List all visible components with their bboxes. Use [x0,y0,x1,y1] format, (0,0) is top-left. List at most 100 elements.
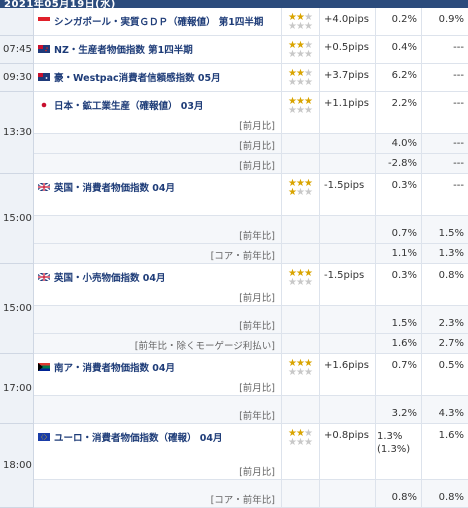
pips-cell: +4.0pips [320,8,376,35]
indicator-row[interactable]: シンガポール・実質ＧＤＰ（確報値） 第1四半期 ★★★ ★★★ +4.0pips 0.2… [0,8,468,36]
indicator-subrow[interactable]: [前年比・除くモーゲージ利払い] 1.6% 2.7% [0,334,468,354]
indicator-row[interactable]: ユーロ・消費者物価指数（確報） 04月 [前月比] ★★★ ★★★ +0.8pips 1.… [0,424,468,480]
importance-stars: ★★★ ★★★ [288,13,313,32]
star-icon: ★ [303,105,313,116]
indicator-subrow[interactable]: [前月比] -2.8% --- [0,154,468,174]
pips-cell [320,396,376,423]
event-title[interactable]: 南ア・消費者物価指数 04月 [54,360,175,374]
forecast-cell: 1.3% [422,244,468,263]
indicator-subrow[interactable]: [前年比] 0.7% 1.5% [0,216,468,244]
event-title[interactable]: 英国・消費者物価指数 04月 [54,180,175,194]
event-cell: 英国・消費者物価指数 04月 [34,174,282,215]
importance-cell: ★★★ ★★★ [282,92,320,133]
star-icon: ★ [303,49,313,60]
forecast-value: 1.5% [438,228,464,239]
event-name[interactable]: 豪・Westpac消費者信頼感指数 05月 [38,70,279,84]
event-name[interactable]: 英国・消費者物価指数 04月 [37,180,279,194]
forecast-cell: 0.5% [422,354,468,395]
forecast-cell: --- [422,134,468,153]
previous-cell: 1.5% [376,306,422,333]
forecast-value: 0.8% [438,270,464,281]
previous-value: 0.4% [391,42,417,53]
event-cell: ユーロ・消費者物価指数（確報） 04月 [前月比] [34,424,282,479]
indicator-subrow[interactable]: [コア・前年比] 0.8% 0.8% [0,480,468,508]
previous-cell: 0.3% [376,264,422,305]
event-name[interactable]: 日本・鉱工業生産（確報値） 03月 [38,98,279,112]
pips-cell: +0.5pips [320,36,376,63]
indicator-subrow[interactable]: [前月比] 4.0% --- [0,134,468,154]
sub-indicator-label: [前月比] [239,141,275,152]
event-cell: 日本・鉱工業生産（確報値） 03月 [前月比] [34,92,282,133]
previous-value: 6.2% [391,70,417,81]
indicator-row[interactable]: NZ・生産者物価指数 第1四半期 ★★★ ★★★ +0.5pips 0.4% --- [0,36,468,64]
event-name[interactable]: ユーロ・消費者物価指数（確報） 04月 [38,430,279,444]
previous-value: 1.6% [391,338,417,349]
sub-indicator-label: [前月比] [239,293,275,304]
pips-cell: +1.1pips [320,92,376,133]
previous-value: 0.2% [391,14,417,25]
star-icon: ★ [295,21,305,32]
event-title[interactable]: NZ・生産者物価指数 第1四半期 [54,42,193,56]
singapore-flag-icon [38,17,50,25]
event-cell: [前年比] [34,216,282,243]
importance-cell [282,244,320,263]
importance-cell [282,134,320,153]
indicator-subrow[interactable]: [コア・前年比] 1.1% 1.3% [0,244,468,264]
importance-cell: ★★★ ★★★ [282,36,320,63]
star-icon: ★ [295,367,305,378]
previous-cell: 0.7% [376,216,422,243]
event-title[interactable]: 豪・Westpac消費者信頼感指数 05月 [54,70,221,84]
time-cell: 15:00 [0,264,34,354]
time-label: 13:30 [3,127,32,138]
previous-value: -2.8% [387,158,417,169]
pips-cell: +3.7pips [320,64,376,91]
star-icon: ★ [288,21,297,32]
pips-cell: -1.5pips [320,174,376,215]
indicator-row[interactable]: 英国・消費者物価指数 04月 ★★★ ★★★ -1.5pips 0.3% --- [0,174,468,216]
importance-stars: ★★★ ★★★ [288,429,313,448]
indicator-row[interactable]: 豪・Westpac消費者信頼感指数 05月 ★★★ ★★★ +3.7pips 6.2% -… [0,64,468,92]
star-icon: ★ [303,187,313,198]
forecast-cell: 0.8% [422,264,468,305]
event-cell: 英国・小売物価指数 04月 [前月比] [34,264,282,305]
event-title[interactable]: シンガポール・実質ＧＤＰ（確報値） 第1四半期 [54,14,263,28]
importance-cell: ★★★ ★★★ [282,354,320,395]
star-icon: ★ [303,277,313,288]
forecast-value: --- [453,138,464,149]
star-icon: ★ [288,187,297,198]
event-name[interactable]: シンガポール・実質ＧＤＰ（確報値） 第1四半期 [38,14,279,28]
event-cell: 南ア・消費者物価指数 04月 [前月比] [34,354,282,395]
event-name[interactable]: NZ・生産者物価指数 第1四半期 [38,42,279,56]
star-icon: ★ [295,437,305,448]
sub-indicator-label: [コア・前年比] [210,251,275,262]
previous-value: 2.2% [391,98,417,109]
forecast-value: 1.6% [438,430,464,441]
event-name[interactable]: 南ア・消費者物価指数 04月 [38,360,279,374]
pips-value: -1.5pips [324,180,365,191]
event-name[interactable]: 英国・小売物価指数 04月 [37,270,279,284]
sub-indicator-label: [前月比] [239,161,275,172]
star-icon: ★ [288,105,297,116]
event-title[interactable]: 日本・鉱工業生産（確報値） 03月 [54,98,204,112]
forecast-cell: --- [422,92,468,133]
pips-cell: +1.6pips [320,354,376,395]
event-title[interactable]: 英国・小売物価指数 04月 [54,270,166,284]
importance-stars: ★★★ ★★★ [288,179,313,198]
indicator-row[interactable]: 日本・鉱工業生産（確報値） 03月 [前月比] ★★★ ★★★ +1.1pips 2.2%… [0,92,468,134]
event-title[interactable]: ユーロ・消費者物価指数（確報） 04月 [54,430,223,444]
sub-indicator-label: [前年比] [239,321,275,332]
indicator-row[interactable]: 英国・小売物価指数 04月 [前月比] ★★★ ★★★ -1.5pips 0.3% 0.8% [0,264,468,306]
previous-cell: 3.2% [376,396,422,423]
time-label: 15:00 [3,213,32,224]
star-icon: ★ [303,437,313,448]
forecast-cell: 1.5% [422,216,468,243]
forecast-value: --- [453,158,464,169]
previous-cell: 4.0% [376,134,422,153]
indicator-subrow[interactable]: [前年比] 1.5% 2.3% [0,306,468,334]
star-icon: ★ [288,49,297,60]
pips-cell: -1.5pips [320,264,376,305]
star-icon: ★ [303,21,313,32]
previous-cell: 0.4% [376,36,422,63]
indicator-row[interactable]: 南ア・消費者物価指数 04月 [前月比] ★★★ ★★★ +1.6pips 0.7% 0.5… [0,354,468,396]
indicator-subrow[interactable]: [前年比] 3.2% 4.3% [0,396,468,424]
